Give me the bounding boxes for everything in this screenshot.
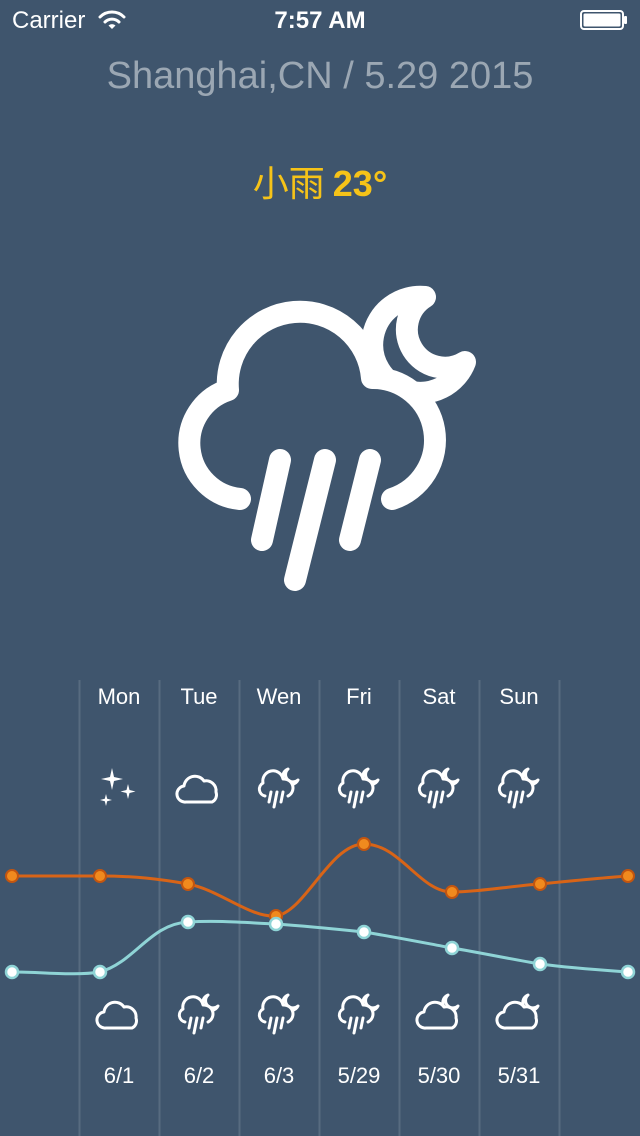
day-label-wen: Wen (256, 684, 302, 709)
cloud-rain-moon-icon (337, 767, 380, 809)
cloud-icon (95, 1000, 138, 1030)
cloud-icon (175, 774, 218, 804)
stars-icon (100, 768, 136, 806)
date-label-sat: 5/30 (417, 1063, 461, 1088)
condition-text: 小雨 (252, 163, 325, 204)
day-label-tue: Tue (180, 684, 218, 709)
status-bar: Carrier 7:57 AM (0, 0, 640, 40)
battery-icon (580, 10, 627, 30)
date-label-sun: 5/31 (497, 1063, 541, 1088)
cloud-rain-moon-icon (497, 767, 540, 809)
day-label-sat: Sat (422, 684, 456, 709)
cloud-rain-moon-icon (178, 285, 476, 591)
day-label-sun: Sun (499, 684, 539, 709)
day-label-fri: Fri (346, 684, 372, 709)
date-label-mon: 6/1 (103, 1063, 135, 1088)
current-condition: 小雨 23° (0, 155, 640, 207)
current-temperature: 23° (332, 163, 388, 204)
cloud-moon-icon (495, 993, 540, 1030)
cloud-moon-icon (415, 993, 460, 1030)
cloud-rain-moon-icon (257, 767, 300, 809)
location-date-title: Shanghai,CN / 5.29 2015 (106, 55, 534, 97)
date-label-tue: 6/2 (183, 1063, 215, 1088)
cloud-rain-moon-icon (337, 993, 380, 1035)
date-label-wen: 6/3 (263, 1063, 295, 1088)
day-label-mon: Mon (97, 684, 141, 709)
cloud-rain-moon-icon (177, 993, 220, 1035)
cloud-rain-moon-icon (257, 993, 300, 1035)
date-label-fri: 5/29 (337, 1063, 381, 1088)
status-time: 7:57 AM (274, 7, 366, 34)
cloud-rain-moon-icon (417, 767, 460, 809)
